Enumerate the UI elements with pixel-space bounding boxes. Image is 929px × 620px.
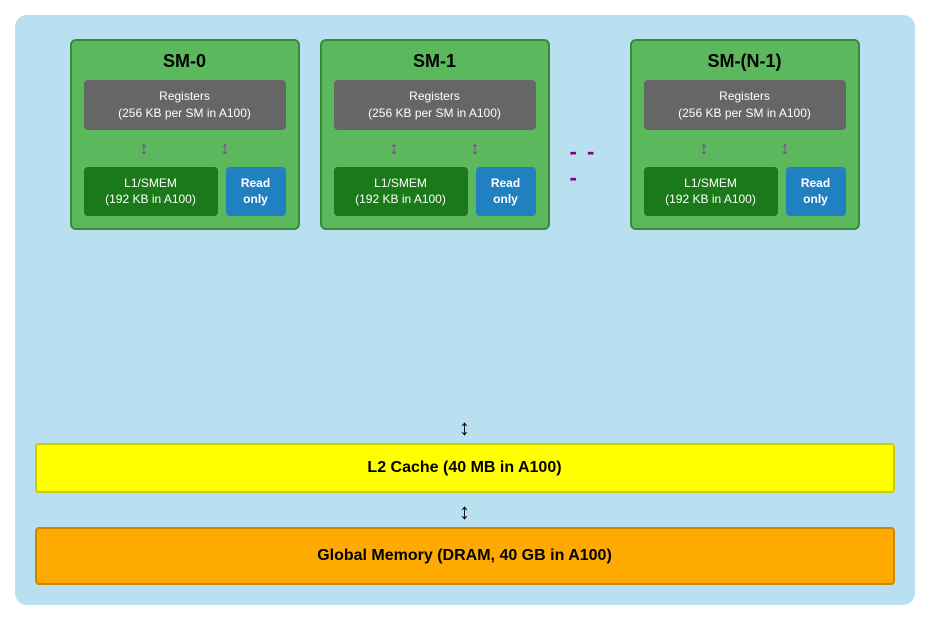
smN1-arrows: ↕ ↕: [644, 138, 846, 159]
double-arrow-global: ↕: [459, 499, 470, 525]
sm1-arrows: ↕ ↕: [334, 138, 536, 159]
sm1-bottom: L1/SMEM (192 KB in A100) Read only: [334, 167, 536, 217]
smN1-block: SM-(N-1) Registers (256 KB per SM in A10…: [630, 39, 860, 230]
sm1-block: SM-1 Registers (256 KB per SM in A100) ↕…: [320, 39, 550, 230]
smN1-arrow-left: ↕: [700, 138, 709, 159]
sm1-arrow-right: ↕: [471, 138, 480, 159]
sm1-arrow-left: ↕: [390, 138, 399, 159]
smN1-arrow-right: ↕: [781, 138, 790, 159]
sm1-readonly: Read only: [476, 167, 536, 217]
sm0-bottom: L1/SMEM (192 KB in A100) Read only: [84, 167, 286, 217]
smN1-title: SM-(N-1): [708, 51, 782, 72]
bottom-section: ↕ L2 Cache (40 MB in A100) ↕ Global Memo…: [35, 240, 895, 585]
sm0-arrow-right: ↕: [221, 138, 230, 159]
sm0-block: SM-0 Registers (256 KB per SM in A100) ↕…: [70, 39, 300, 230]
sm0-arrow-left: ↕: [140, 138, 149, 159]
to-global-arrow-container: ↕: [35, 499, 895, 525]
sm0-title: SM-0: [163, 51, 206, 72]
global-memory-bar: Global Memory (DRAM, 40 GB in A100): [35, 527, 895, 585]
dots-separator: - - -: [570, 139, 610, 191]
double-arrow-l2: ↕: [459, 415, 470, 441]
main-diagram: SM-0 Registers (256 KB per SM in A100) ↕…: [15, 15, 915, 605]
sm1-l1: L1/SMEM (192 KB in A100): [334, 167, 468, 217]
smN1-registers: Registers (256 KB per SM in A100): [644, 80, 846, 130]
sm0-l1: L1/SMEM (192 KB in A100): [84, 167, 218, 217]
sm-row: SM-0 Registers (256 KB per SM in A100) ↕…: [35, 39, 895, 230]
sm0-readonly: Read only: [226, 167, 286, 217]
to-global-arrow: ↕: [459, 499, 470, 525]
smN1-l1: L1/SMEM (192 KB in A100): [644, 167, 778, 217]
smN1-bottom: L1/SMEM (192 KB in A100) Read only: [644, 167, 846, 217]
to-l2-arrow-container: ↕: [35, 415, 895, 441]
sm1-title: SM-1: [413, 51, 456, 72]
sm0-registers: Registers (256 KB per SM in A100): [84, 80, 286, 130]
smN1-readonly: Read only: [786, 167, 846, 217]
dots-text: - - -: [570, 139, 610, 191]
l2-cache-bar: L2 Cache (40 MB in A100): [35, 443, 895, 493]
sm1-registers: Registers (256 KB per SM in A100): [334, 80, 536, 130]
sm0-arrows: ↕ ↕: [84, 138, 286, 159]
to-l2-arrow: ↕: [459, 415, 470, 441]
